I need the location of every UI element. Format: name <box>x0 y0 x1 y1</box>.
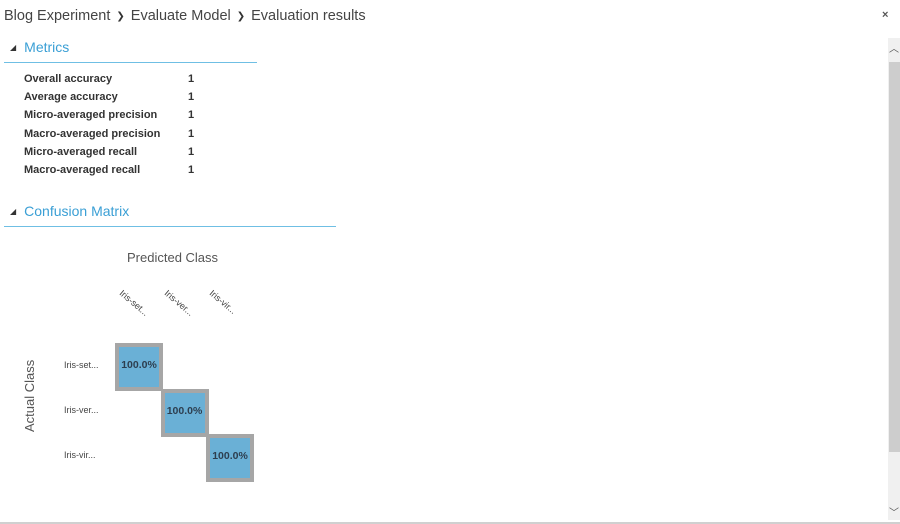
matrix-cell-value: 100.0% <box>212 450 248 462</box>
chevron-right-icon: ❯ <box>116 10 125 22</box>
vertical-scrollbar[interactable]: ︿ ﹀ <box>888 38 900 520</box>
actual-class-label: Actual Class <box>22 359 37 432</box>
metric-label: Overall accuracy <box>24 73 113 86</box>
column-label: Iris-set... <box>117 288 151 318</box>
matrix-cell: 100.0% <box>206 434 254 482</box>
metric-row: Overall accuracy 1 <box>24 70 208 88</box>
chevron-right-icon: ❯ <box>236 10 246 22</box>
metrics-divider <box>4 62 257 63</box>
collapse-triangle-icon: ◢ <box>10 206 17 216</box>
confusion-matrix-section-toggle[interactable]: ◢ Confusion Matrix <box>4 203 129 219</box>
scroll-down-icon[interactable]: ﹀ <box>888 502 900 520</box>
confusion-matrix-divider <box>4 226 336 227</box>
metric-label: Micro-averaged precision <box>24 109 158 122</box>
metrics-table: Overall accuracy 1 Average accuracy 1 Mi… <box>24 70 208 179</box>
matrix-cell-value: 100.0% <box>121 359 157 371</box>
breadcrumb-item-experiment[interactable]: Blog Experiment <box>4 8 110 24</box>
matrix-cell: 100.0% <box>160 388 209 437</box>
metric-row: Macro-averaged precision 1 <box>24 125 208 143</box>
metric-value: 1 <box>188 127 195 140</box>
row-label: Iris-ver... <box>64 405 99 415</box>
scrollbar-thumb[interactable] <box>889 62 900 452</box>
metric-value: 1 <box>188 145 195 158</box>
row-label: Iris-set... <box>64 360 99 370</box>
metric-label: Macro-averaged precision <box>24 127 161 140</box>
metric-value: 1 <box>188 73 195 86</box>
metric-row: Macro-averaged recall 1 <box>24 161 208 179</box>
metric-row: Micro-averaged precision 1 <box>24 106 208 124</box>
row-label: Iris-vir... <box>64 450 96 460</box>
confusion-matrix-section-title: Confusion Matrix <box>24 203 130 219</box>
metric-label: Macro-averaged recall <box>24 164 141 177</box>
metrics-section-toggle[interactable]: ◢ Metrics <box>4 39 69 55</box>
matrix-cell: 100.0% <box>115 343 163 391</box>
metrics-section-title: Metrics <box>24 39 70 55</box>
close-icon[interactable]: × <box>882 9 888 21</box>
breadcrumb-item-current: Evaluation results <box>251 8 366 24</box>
metric-value: 1 <box>188 109 195 122</box>
metric-value: 1 <box>188 164 195 177</box>
metric-label: Average accuracy <box>24 91 118 104</box>
metric-label: Micro-averaged recall <box>24 145 138 158</box>
matrix-cell-value: 100.0% <box>166 404 203 417</box>
metric-row: Micro-averaged recall 1 <box>24 143 208 161</box>
column-label: Iris-vir... <box>207 288 239 316</box>
breadcrumb: Blog Experiment ❯ Evaluate Model ❯ Evalu… <box>4 8 366 24</box>
scroll-up-icon[interactable]: ︿ <box>888 38 900 56</box>
predicted-class-label: Predicted Class <box>127 250 219 265</box>
collapse-triangle-icon: ◢ <box>10 42 17 52</box>
metric-value: 1 <box>188 91 195 104</box>
metric-row: Average accuracy 1 <box>24 88 208 106</box>
breadcrumb-item-module[interactable]: Evaluate Model <box>131 8 231 24</box>
column-label: Iris-ver... <box>162 288 196 318</box>
